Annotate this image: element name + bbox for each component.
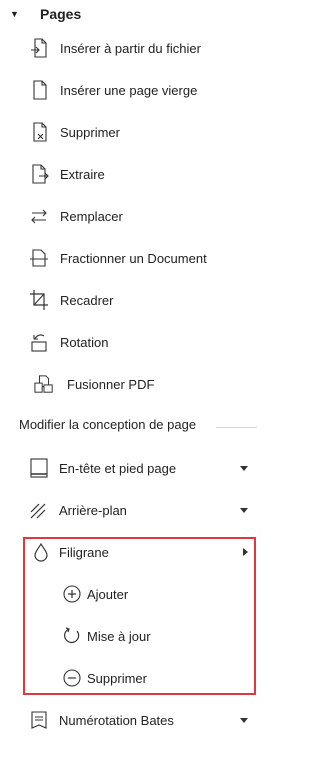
split-document-label: Fractionner un Document	[60, 250, 207, 266]
header-footer-label: En-tête et pied page	[59, 460, 177, 476]
header-footer-icon	[29, 457, 49, 479]
rotate-button[interactable]: Rotation	[0, 327, 267, 357]
replace-page-button[interactable]: Remplacer	[0, 201, 267, 231]
merge-pdf-icon	[34, 373, 54, 395]
watermark-remove-label: Supprimer	[87, 670, 147, 686]
background-dropdown[interactable]: Arrière-plan	[0, 495, 267, 525]
design-section-label: Modifier la conception de page	[19, 417, 197, 432]
watermark-add-label: Ajouter	[87, 586, 129, 602]
crop-button[interactable]: Recadrer	[0, 285, 267, 315]
bates-numbering-label: Numérotation Bates	[59, 712, 174, 728]
watermark-label: Filigrane	[59, 544, 109, 560]
chevron-down-icon	[240, 508, 248, 513]
add-circle-icon	[62, 583, 82, 605]
remove-circle-icon	[62, 667, 82, 689]
insert-blank-page-icon	[29, 79, 49, 101]
split-document-icon	[29, 247, 49, 269]
rotate-label: Rotation	[60, 334, 109, 350]
watermark-add-button[interactable]: Ajouter	[0, 579, 267, 609]
background-icon	[29, 499, 49, 521]
delete-page-button[interactable]: Supprimer	[0, 117, 267, 147]
delete-page-label: Supprimer	[60, 124, 120, 140]
update-refresh-icon	[62, 625, 82, 647]
insert-from-file-icon	[29, 37, 49, 59]
merge-pdf-button[interactable]: Fusionner PDF	[0, 369, 267, 399]
rotate-icon	[29, 331, 49, 353]
replace-page-label: Remplacer	[60, 208, 123, 224]
crop-label: Recadrer	[60, 292, 114, 308]
watermark-update-label: Mise à jour	[87, 628, 151, 644]
replace-page-icon	[29, 205, 49, 227]
extract-page-label: Extraire	[60, 166, 105, 182]
merge-pdf-label: Fusionner PDF	[67, 376, 155, 392]
watermark-submenu[interactable]: Filigrane	[0, 537, 267, 567]
watermark-remove-button[interactable]: Supprimer	[0, 663, 267, 693]
background-label: Arrière-plan	[59, 502, 127, 518]
bates-numbering-icon	[29, 709, 49, 731]
delete-page-icon	[29, 121, 49, 143]
crop-icon	[29, 289, 49, 311]
chevron-right-icon	[243, 548, 248, 556]
chevron-down-icon	[240, 718, 248, 723]
bates-numbering-dropdown[interactable]: Numérotation Bates	[0, 705, 267, 735]
split-document-button[interactable]: Fractionner un Document	[0, 243, 267, 273]
chevron-down-icon	[240, 466, 248, 471]
section-divider	[216, 427, 257, 428]
extract-page-icon	[29, 163, 49, 185]
insert-blank-page-label: Insérer une page vierge	[60, 82, 198, 98]
insert-blank-page-button[interactable]: Insérer une page vierge	[0, 75, 267, 105]
collapse-caret-icon: ▼	[10, 9, 19, 19]
insert-from-file-button[interactable]: Insérer à partir du fichier	[0, 33, 267, 63]
section-title: Pages	[40, 6, 82, 22]
pages-section-header[interactable]: ▼ Pages	[10, 2, 81, 26]
insert-from-file-label: Insérer à partir du fichier	[60, 40, 201, 56]
extract-page-button[interactable]: Extraire	[0, 159, 267, 189]
header-footer-dropdown[interactable]: En-tête et pied page	[0, 453, 267, 483]
watermark-drop-icon	[31, 541, 51, 563]
watermark-update-button[interactable]: Mise à jour	[0, 621, 267, 651]
